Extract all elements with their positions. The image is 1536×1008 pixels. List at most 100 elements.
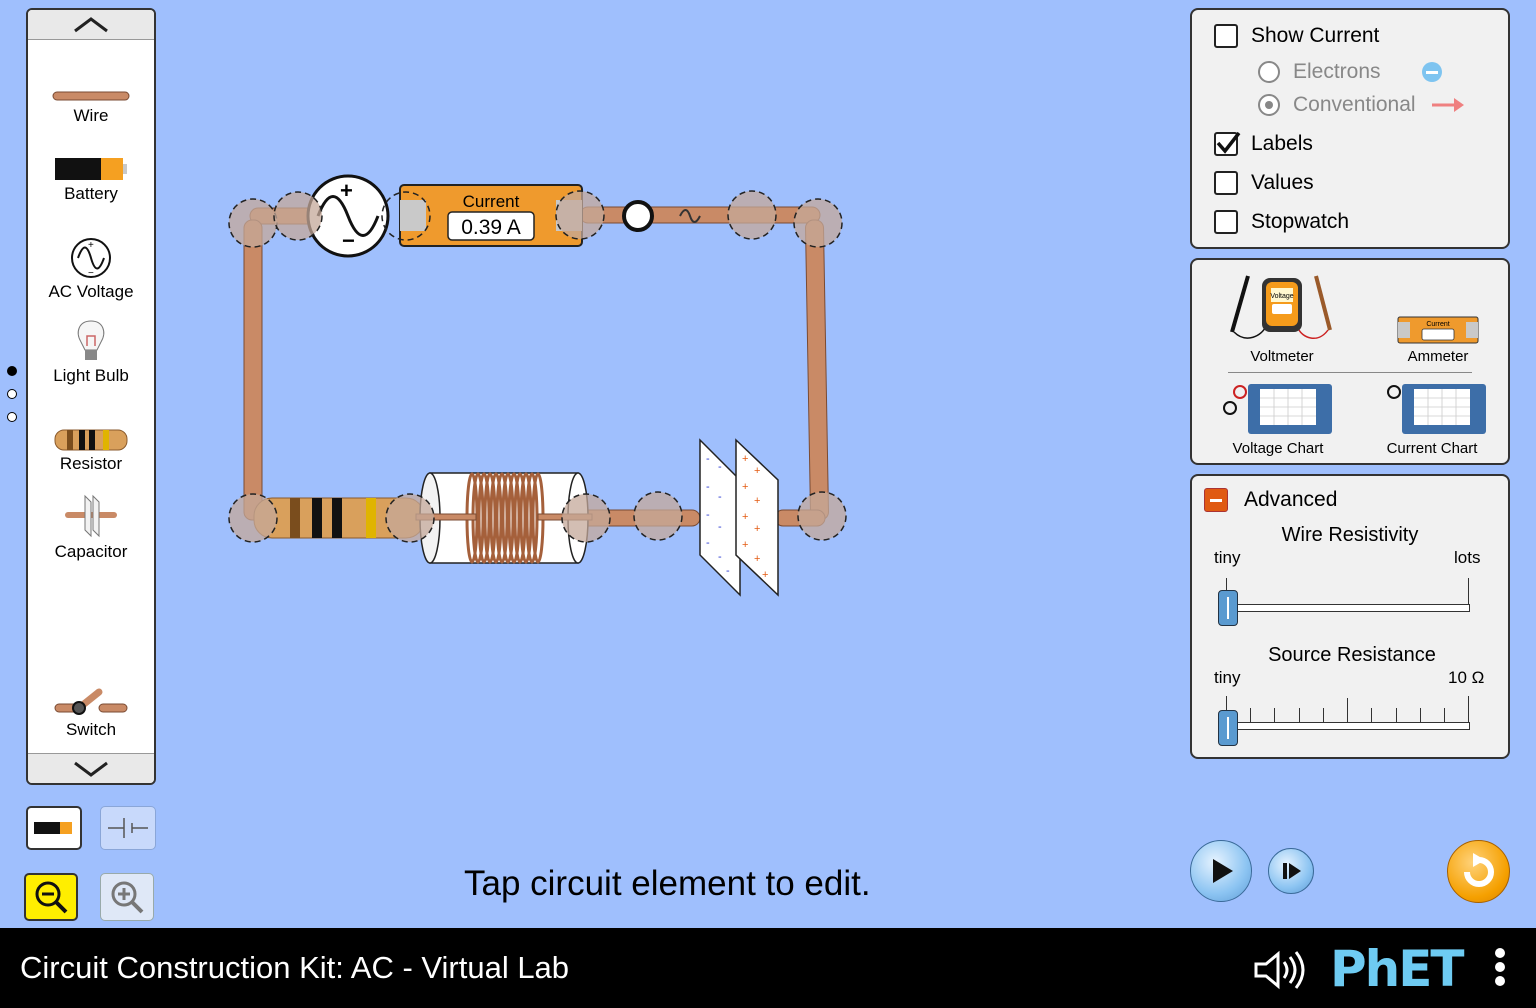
wire-left[interactable] — [243, 219, 263, 521]
menu-dot-icon — [1495, 948, 1505, 958]
wire-right[interactable] — [805, 219, 829, 521]
wire-top-right[interactable] — [579, 206, 821, 224]
vertex — [727, 190, 777, 240]
svg-text:-: - — [706, 509, 710, 521]
carousel-item-resistor[interactable]: Resistor — [28, 428, 154, 474]
carousel-item-label: Battery — [64, 184, 118, 203]
battery-icon — [55, 158, 127, 180]
zoom-out-icon — [35, 881, 68, 914]
advanced-toggle[interactable]: Advanced — [1204, 488, 1337, 512]
chevron-down-icon — [74, 761, 108, 777]
svg-text:+: + — [754, 553, 760, 565]
svg-text:+: + — [742, 511, 748, 523]
current-chart-icon — [1387, 384, 1486, 434]
capacitor-icon — [65, 494, 117, 538]
vertex — [385, 493, 435, 543]
voltage-chart-tool[interactable]: Voltage Chart — [1220, 380, 1336, 457]
switch-icon — [54, 688, 128, 715]
electrons-label: Electrons — [1293, 60, 1381, 83]
play-icon — [1213, 859, 1233, 883]
svg-text:-: - — [706, 481, 710, 493]
conventional-radio[interactable]: Conventional — [1258, 93, 1464, 117]
source-resistance-max-label: 10 Ω — [1448, 668, 1485, 687]
sound-toggle-button[interactable] — [1250, 948, 1306, 997]
chevron-up-icon — [74, 16, 108, 32]
checkbox-box — [1214, 24, 1238, 48]
svg-text:+: + — [742, 453, 748, 465]
circuit-canvas: + − Current 0.39 A --------- +++++++++ — [228, 174, 847, 597]
advanced-panel: Advanced Wire Resistivity tiny lots Sour… — [1190, 474, 1510, 759]
radio-circle — [1258, 94, 1280, 116]
checkbox-box — [1214, 210, 1238, 234]
voltmeter-tool[interactable]: Voltage Voltmeter — [1226, 272, 1338, 365]
carousel-item-capacitor[interactable]: Capacitor — [28, 492, 154, 562]
carousel-item-label: Light Bulb — [53, 366, 129, 385]
play-button[interactable] — [1190, 840, 1252, 902]
svg-text:+: + — [754, 495, 760, 507]
source-resistance-slider-track[interactable] — [1226, 722, 1470, 730]
zoom-in-button[interactable] — [100, 873, 154, 921]
voltmeter-label: Voltmeter — [1250, 348, 1314, 365]
resistor-icon — [54, 429, 128, 451]
page-dot-3[interactable] — [7, 412, 17, 422]
carousel-item-ac-voltage[interactable]: + − AC Voltage — [28, 236, 154, 302]
advanced-title: Advanced — [1244, 488, 1338, 511]
reset-all-button[interactable] — [1447, 840, 1510, 903]
carousel-item-label: Capacitor — [54, 542, 128, 561]
svg-text:+: + — [754, 465, 760, 477]
zoom-out-button[interactable] — [24, 873, 78, 921]
carousel-item-label: Resistor — [59, 454, 123, 473]
lifelike-view-button[interactable] — [26, 806, 82, 850]
phet-logo[interactable]: PhET — [1330, 940, 1465, 998]
show-current-checkbox[interactable]: Show Current — [1214, 24, 1379, 48]
source-resistance-slider-thumb[interactable] — [1218, 710, 1238, 746]
capacitor[interactable]: --------- +++++++++ — [699, 438, 779, 597]
page-dot-2[interactable] — [7, 389, 17, 399]
carousel-item-battery[interactable]: Battery — [28, 156, 154, 204]
ammeter-tool-screen-label: Current — [1426, 321, 1449, 328]
phet-menu-button[interactable] — [1495, 948, 1511, 990]
electron-icon — [1422, 62, 1442, 82]
navigation-bar: Circuit Construction Kit: AC - Virtual L… — [0, 928, 1536, 1008]
carousel-down-button[interactable] — [28, 753, 154, 783]
ammeter-tool[interactable]: Current Ammeter — [1388, 314, 1488, 365]
carousel-item-wire[interactable]: Wire — [28, 88, 154, 126]
carousel-item-label: Wire — [73, 106, 109, 125]
wire-resistivity-slider-thumb[interactable] — [1218, 590, 1238, 626]
wire-resistivity-title: Wire Resistivity — [1281, 524, 1419, 546]
voltage-chart-icon — [1223, 384, 1332, 434]
carousel-page-indicator — [7, 366, 19, 435]
vertex — [633, 491, 683, 541]
vertex — [555, 190, 605, 240]
checkmark-icon — [1216, 131, 1241, 154]
reset-icon — [1463, 852, 1494, 887]
stopwatch-checkbox[interactable]: Stopwatch — [1214, 210, 1349, 234]
electrons-radio[interactable]: Electrons — [1258, 60, 1442, 84]
sim-title: Circuit Construction Kit: AC - Virtual L… — [20, 950, 570, 985]
ac-voltage-icon: +− — [71, 238, 111, 279]
ammeter-label: Ammeter — [1407, 348, 1469, 365]
current-chart-tool[interactable]: Current Chart — [1374, 380, 1490, 457]
carousel-item-label: AC Voltage — [48, 282, 134, 301]
ammeter-title: Current — [463, 192, 520, 211]
schematic-view-button[interactable] — [100, 806, 156, 850]
svg-text:−: − — [88, 268, 94, 279]
collapse-icon — [1204, 488, 1228, 512]
checkbox-box — [1214, 131, 1241, 156]
svg-text:-: - — [718, 491, 722, 503]
labels-checkbox[interactable]: Labels — [1214, 131, 1313, 156]
vertex — [228, 198, 278, 248]
values-checkbox[interactable]: Values — [1214, 171, 1314, 195]
carousel-item-light-bulb[interactable]: Light Bulb — [28, 318, 154, 386]
arrow-right-icon — [1432, 98, 1464, 112]
step-forward-button[interactable] — [1268, 848, 1314, 894]
carousel-item-switch[interactable]: Switch — [28, 686, 154, 740]
tools-divider — [1228, 372, 1472, 373]
wire-resistivity-slider-track[interactable] — [1226, 604, 1470, 612]
ammeter-value: 0.39 A — [461, 216, 521, 239]
schematic-battery-icon — [108, 818, 148, 838]
wire-resistivity-max-label: lots — [1454, 548, 1481, 567]
page-dot-1[interactable] — [7, 366, 17, 376]
carousel-up-button[interactable] — [28, 10, 154, 40]
stopwatch-label: Stopwatch — [1251, 210, 1350, 233]
